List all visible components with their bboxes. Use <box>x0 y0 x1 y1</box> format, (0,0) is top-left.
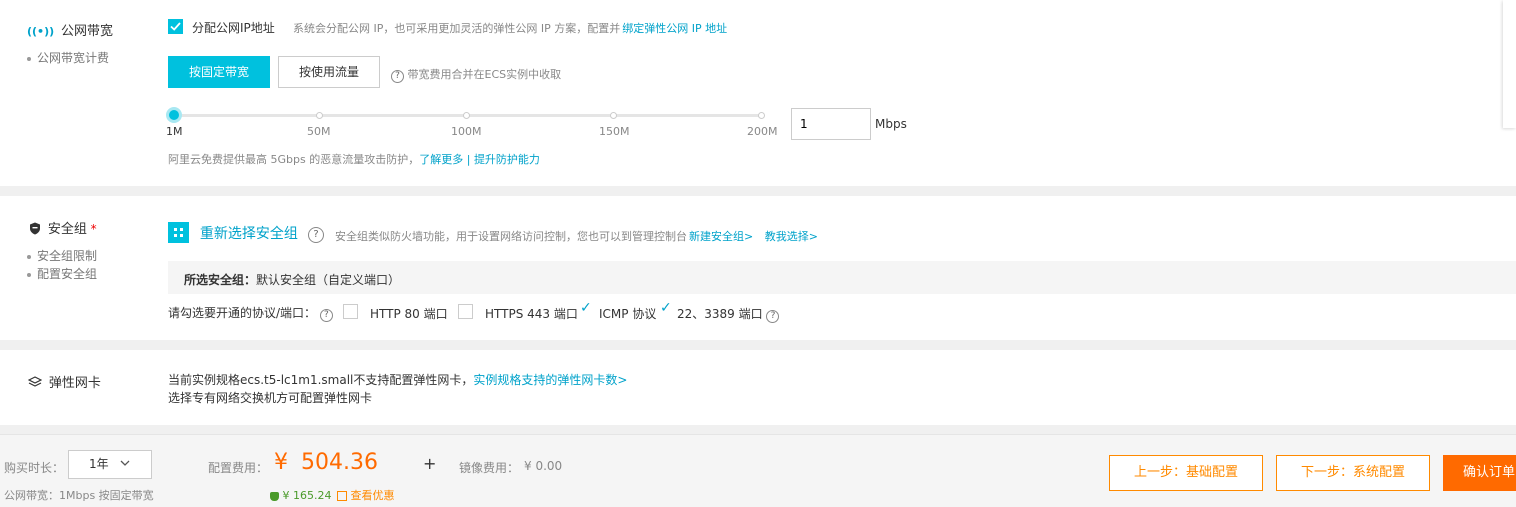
view-discount-link[interactable]: 查看优惠 <box>351 489 395 502</box>
help-icon[interactable]: ? <box>766 310 780 323</box>
security-panel: 安全组 * 安全组限制 配置安全组 重新选择安全组 ? 安全组类似防火墙功能，用… <box>0 196 1516 340</box>
bandwidth-nav-sub[interactable]: 公网带宽计费 <box>27 49 109 66</box>
ssh-rdp-check-icon[interactable]: ✓ <box>660 300 672 316</box>
upgrade-protection-link[interactable]: 提升防护能力 <box>474 153 540 166</box>
security-limit-link[interactable]: 安全组限制 <box>27 247 97 264</box>
config-security-link[interactable]: 配置安全组 <box>27 265 97 282</box>
http80-checkbox[interactable] <box>343 304 358 319</box>
https443-checkbox[interactable] <box>458 304 473 319</box>
slider-mark <box>316 112 323 119</box>
help-icon[interactable]: ? <box>319 309 333 322</box>
confirm-order-button[interactable]: 确认订单 <box>1443 455 1516 491</box>
learn-more-link[interactable]: 了解更多 <box>419 153 463 166</box>
eni-nav-title: 弹性网卡 <box>27 372 101 391</box>
image-fee-label: 镜像费用： <box>459 461 520 475</box>
help-me-choose-link[interactable]: 教我选择> <box>765 230 818 243</box>
bandwidth-summary: 公网带宽：1Mbps 按固定带宽 <box>4 489 154 502</box>
bind-eip-link[interactable]: 绑定弹性公网 IP 地址 <box>622 22 727 35</box>
icmp-check-icon[interactable]: ✓ <box>580 300 592 316</box>
wifi-icon: ((•)) <box>27 25 55 38</box>
slider-mark <box>610 112 617 119</box>
bullet-icon <box>27 254 31 259</box>
billing-note: ? 带宽费用合并在ECS实例中收取 <box>391 66 561 83</box>
slider-mark <box>758 112 765 119</box>
shield-icon <box>30 222 40 235</box>
assign-ip-label[interactable]: 分配公网IP地址 <box>192 19 275 36</box>
slider-tick-label: 200M <box>747 125 778 138</box>
assign-ip-desc: 系统会分配公网 IP，也可采用更加灵活的弹性公网 IP 方案，配置并 绑定弹性公网… <box>293 22 728 35</box>
security-desc: 安全组类似防火墙功能，用于设置网络访问控制，您也可以到管理控制台 新建安全组> 教… <box>335 230 818 243</box>
security-nav-title: 安全组 * <box>29 218 97 237</box>
plus-sign: + <box>423 454 437 473</box>
eni-line2: 选择专有网络交换机方可配置弹性网卡 <box>168 391 373 405</box>
duration-select[interactable]: 1年 <box>68 450 152 479</box>
icmp-label[interactable]: ICMP 协议 <box>599 305 656 322</box>
prev-step-button[interactable]: 上一步：基础配置 <box>1109 455 1263 491</box>
selected-security-group: 所选安全组：默认安全组（自定义端口） <box>184 273 401 287</box>
slider-mark <box>463 112 470 119</box>
fixed-bandwidth-button[interactable]: 按固定带宽 <box>168 56 270 88</box>
security-help-icon[interactable]: ? <box>308 226 324 243</box>
next-step-button[interactable]: 下一步：系统配置 <box>1276 455 1430 491</box>
slider-tick-label: 50M <box>307 125 331 138</box>
bandwidth-panel: ((•)) 公网带宽 公网带宽计费 分配公网IP地址 系统会分配公网 IP，也可… <box>0 0 1516 186</box>
https443-label[interactable]: HTTPS 443 端口 <box>485 305 578 322</box>
ddos-note: 阿里云免费提供最高 5Gbps 的恶意流量攻击防护，了解更多 | 提升防护能力 <box>168 153 540 166</box>
bullet-icon <box>27 272 31 277</box>
assign-ip-checkbox[interactable] <box>168 19 183 34</box>
network-card-icon <box>27 376 43 387</box>
eni-support-link[interactable]: 实例规格支持的弹性网卡数> <box>473 373 627 387</box>
duration-label: 购买时长： <box>4 461 65 475</box>
help-icon[interactable]: ? <box>391 70 404 83</box>
traffic-billing-button[interactable]: 按使用流量 <box>278 56 380 88</box>
eni-line1: 当前实例规格ecs.t5-lc1m1.small不支持配置弹性网卡，实例规格支持… <box>168 373 628 387</box>
config-fee-label: 配置费用： <box>208 461 269 475</box>
slider-tick-label: 150M <box>599 125 630 138</box>
bullet-icon <box>27 56 31 61</box>
slider-handle[interactable] <box>166 107 182 123</box>
new-security-group-link[interactable]: 新建安全组> <box>689 230 753 243</box>
bandwidth-unit: Mbps <box>875 117 907 131</box>
chevron-down-icon <box>121 460 130 466</box>
grid-icon <box>168 222 189 243</box>
footer-bar: 购买时长： 1年 公网带宽：1Mbps 按固定带宽 配置费用： ¥ 504.36… <box>0 434 1516 507</box>
slider-tick-label: 100M <box>451 125 482 138</box>
side-float-panel[interactable] <box>1503 0 1516 128</box>
config-fee-value: ¥ 504.36 <box>274 450 378 475</box>
reselect-security-group[interactable]: 重新选择安全组 <box>168 222 298 243</box>
bandwidth-input[interactable] <box>791 108 871 140</box>
saving-info: ¥ 165.24 查看优惠 <box>270 487 395 503</box>
eni-panel: 弹性网卡 当前实例规格ecs.t5-lc1m1.small不支持配置弹性网卡，实… <box>0 350 1516 425</box>
check-icon <box>170 22 181 31</box>
ports-label: 请勾选要开通的协议/端口： ? <box>168 304 333 322</box>
http80-label[interactable]: HTTP 80 端口 <box>370 305 448 322</box>
money-bag-icon <box>270 491 279 501</box>
image-fee-value: ¥ 0.00 <box>524 459 563 473</box>
gift-icon <box>337 491 347 501</box>
bandwidth-nav-title: ((•)) 公网带宽 <box>27 24 113 39</box>
ssh-rdp-label[interactable]: 22、3389 端口 ? <box>677 305 780 323</box>
slider-tick-label: 1M <box>166 125 183 138</box>
